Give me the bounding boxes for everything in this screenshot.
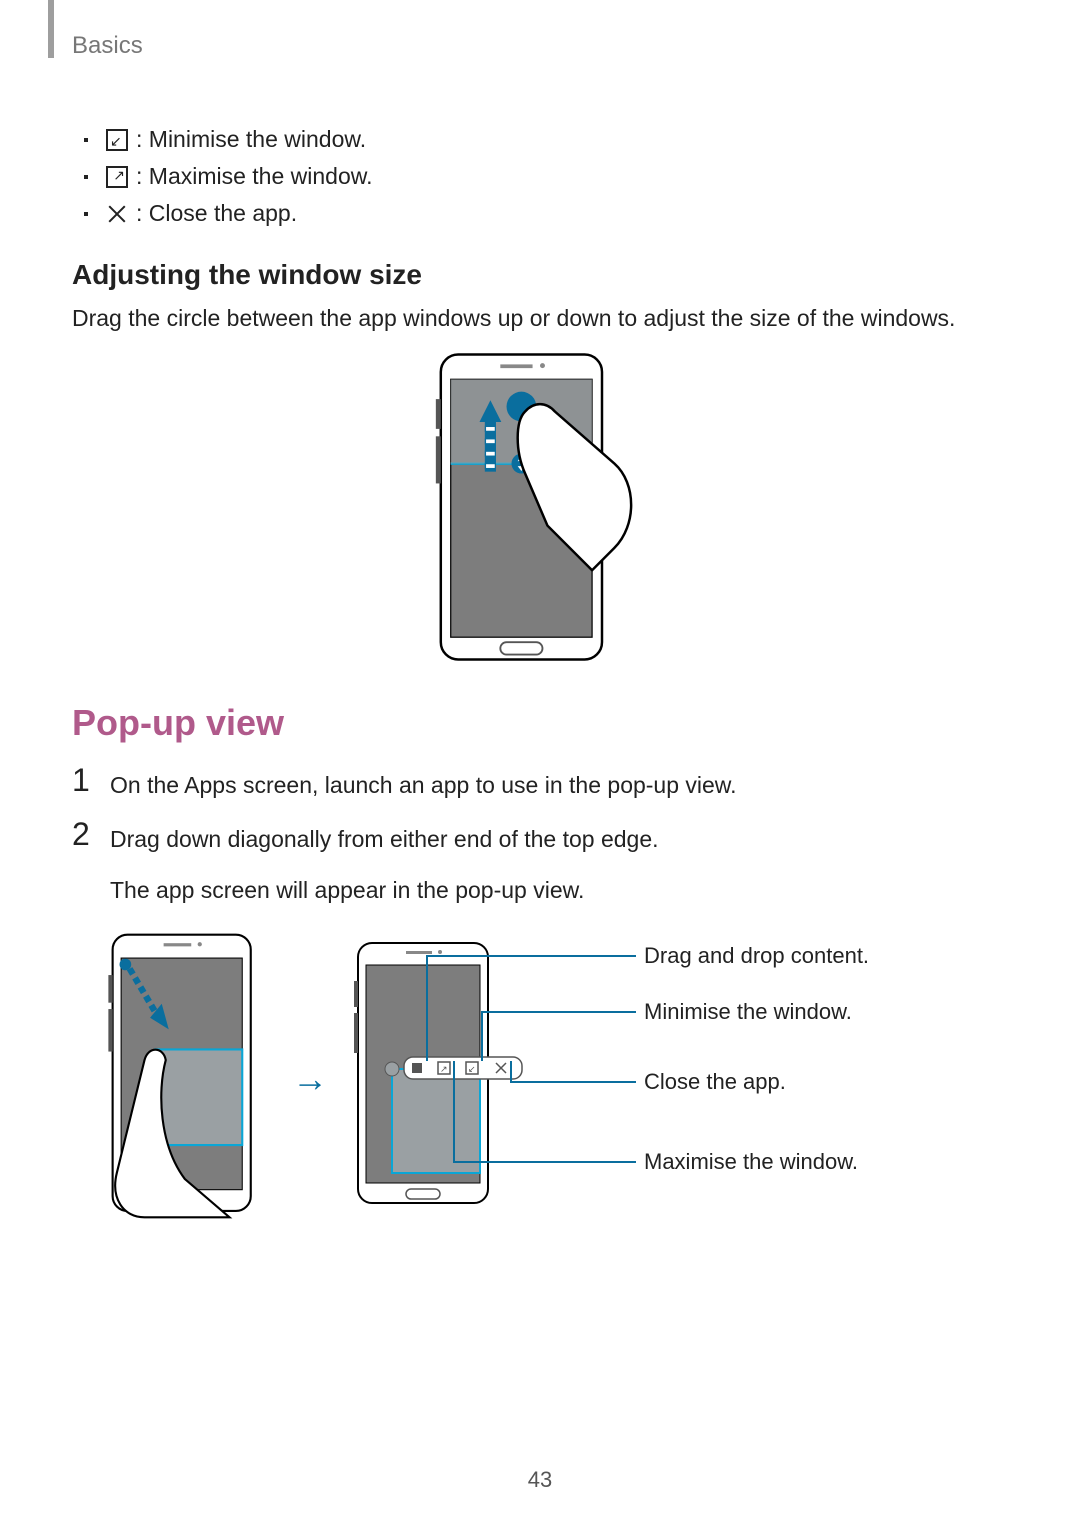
list-item-label: : Maximise the window.: [136, 163, 372, 190]
figure-popup-row: →: [72, 931, 1008, 1226]
chapter-label: Basics: [72, 32, 143, 60]
callout-drag: Drag and drop content.: [644, 943, 869, 969]
list-item: ↗ : Maximise the window.: [72, 163, 1008, 190]
step-text-secondary: The app screen will appear in the pop-up…: [110, 873, 1008, 908]
arrow-right-icon: →: [292, 1058, 328, 1100]
list-item-label: : Close the app.: [136, 200, 297, 227]
step-number: 1: [72, 762, 90, 799]
figure-adjust-size: [72, 352, 1008, 662]
svg-text:↙: ↙: [468, 1064, 476, 1074]
phone-illustration: [410, 352, 670, 662]
callout-minimise: Minimise the window.: [644, 999, 852, 1025]
steps-list: 1 On the Apps screen, launch an app to u…: [72, 768, 1008, 908]
callout-maximise: Maximise the window.: [644, 1149, 858, 1175]
subheading-adjust-size: Adjusting the window size: [72, 259, 1008, 291]
maximise-icon: ↗: [106, 166, 128, 188]
step-text: On the Apps screen, launch an app to use…: [110, 768, 1008, 803]
header-rule: [48, 0, 54, 58]
section-heading-popup: Pop-up view: [72, 702, 1008, 744]
callout-close: Close the app.: [644, 1069, 786, 1095]
minimise-icon: ↙: [106, 129, 128, 151]
subheading-body: Drag the circle between the app windows …: [72, 301, 1008, 336]
close-icon: [106, 203, 128, 225]
callout-labels: Drag and drop content. Minimise the wind…: [556, 931, 876, 1221]
list-item-label: : Minimise the window.: [136, 126, 366, 153]
phone-right: ↗ ↙: [348, 931, 548, 1226]
list-item: ↙ : Minimise the window.: [72, 126, 1008, 153]
phone-left: [102, 931, 272, 1226]
svg-text:↗: ↗: [440, 1064, 448, 1074]
bullet-dot: [84, 138, 88, 142]
step-number: 2: [72, 816, 90, 853]
bullet-dot: [84, 212, 88, 216]
step-text: Drag down diagonally from either end of …: [110, 822, 1008, 857]
page-number: 43: [0, 1467, 1080, 1493]
step-item: 1 On the Apps screen, launch an app to u…: [72, 768, 1008, 803]
icon-bullet-list: ↙ : Minimise the window. ↗ : Maximise th…: [72, 126, 1008, 227]
step-item: 2 Drag down diagonally from either end o…: [72, 822, 1008, 907]
list-item: : Close the app.: [72, 200, 1008, 227]
bullet-dot: [84, 175, 88, 179]
